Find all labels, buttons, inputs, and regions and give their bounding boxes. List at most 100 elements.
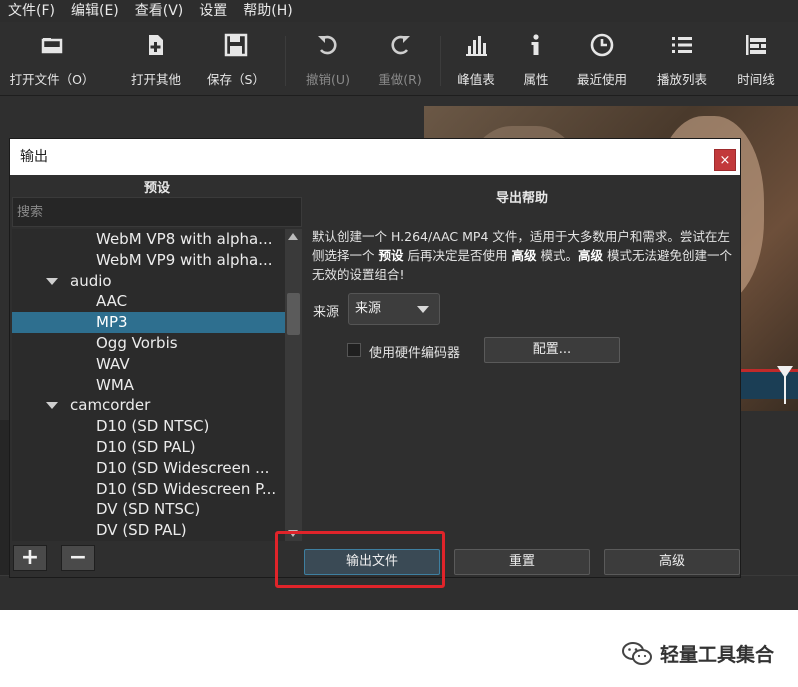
tree-row[interactable]: DV (SD PAL) xyxy=(12,520,285,541)
app-window: 文件(F) 编辑(E) 查看(V) 设置 帮助(H) 打开文件（O） 打开其他 xyxy=(0,0,798,610)
save-button[interactable]: 保存（S） xyxy=(204,28,268,94)
tree-row-label: MP3 xyxy=(96,313,128,332)
preset-search[interactable] xyxy=(12,197,302,227)
tree-row-label: D10 (SD Widescreen P... xyxy=(96,479,277,498)
playlist-button[interactable]: 播放列表 xyxy=(650,28,714,94)
tree-row[interactable]: AAC xyxy=(12,291,285,312)
annotation-highlight-box xyxy=(275,531,445,588)
close-button[interactable]: × xyxy=(714,149,736,171)
tree-row-label: WAV xyxy=(96,354,130,373)
tree-row[interactable]: D10 (SD Widescreen P... xyxy=(12,479,285,500)
tree-group-camcorder[interactable]: camcorder xyxy=(12,395,285,416)
remove-preset-button[interactable]: − xyxy=(61,545,95,571)
help-text-emphasis: 高级 xyxy=(577,248,603,263)
tree-row[interactable]: WMA xyxy=(12,375,285,396)
tree-row-label: WebM VP9 with alpha... xyxy=(96,250,273,269)
preset-header: 预设 xyxy=(143,181,170,196)
tree-row[interactable]: DV (SD NTSC) xyxy=(12,499,285,520)
redo-icon xyxy=(391,35,410,55)
tree-row-label: Ogg Vorbis xyxy=(96,333,178,352)
tree-row-label: WebM VP8 with alpha... xyxy=(96,230,273,248)
tree-row-label: AAC xyxy=(96,292,128,311)
source-label: 来源 xyxy=(313,305,340,320)
scroll-up-icon[interactable] xyxy=(285,229,302,244)
open-other-button[interactable]: 打开其他 xyxy=(124,28,188,94)
peak-meter-button[interactable]: 峰值表 xyxy=(450,28,502,94)
menu-help[interactable]: 帮助(H) xyxy=(235,0,300,22)
tree-row[interactable]: Ogg Vorbis xyxy=(12,333,285,354)
timeline-icon xyxy=(746,35,766,55)
open-other-label: 打开其他 xyxy=(130,72,181,87)
export-dialog: 输出 × 预设 WebM VP8 with alpha... WebM VP9 … xyxy=(9,138,741,578)
open-file-label: 打开文件（O） xyxy=(9,72,95,87)
redo-button[interactable]: 重做(R) xyxy=(370,28,430,94)
properties-label: 属性 xyxy=(523,72,549,87)
main-toolbar: 打开文件（O） 打开其他 保存（S） 撤销(U) 重做(R) 峰值表 属性 最近… xyxy=(0,22,798,96)
tree-group-label: audio xyxy=(70,271,112,290)
playlist-icon xyxy=(672,37,692,53)
help-text-part: 后再决定是否使用 xyxy=(403,248,512,263)
tree-row[interactable]: WAV xyxy=(12,354,285,375)
tree-row[interactable]: WebM VP9 with alpha... xyxy=(12,250,285,271)
hw-encoder-label: 使用硬件编码器 xyxy=(369,346,461,361)
menu-edit[interactable]: 编辑(E) xyxy=(63,0,127,22)
clock-icon xyxy=(590,33,614,57)
playhead-icon[interactable] xyxy=(775,364,795,404)
tree-row-label: D10 (SD Widescreen ... xyxy=(96,458,270,477)
menu-bar: 文件(F) 编辑(E) 查看(V) 设置 帮助(H) xyxy=(0,0,798,22)
open-file-button[interactable]: 打开文件（O） xyxy=(6,28,98,94)
tree-row-label: D10 (SD PAL) xyxy=(96,437,196,456)
undo-button[interactable]: 撤销(U) xyxy=(298,28,358,94)
chevron-down-icon xyxy=(417,306,429,313)
recent-button[interactable]: 最近使用 xyxy=(570,28,634,94)
save-icon xyxy=(224,33,248,57)
source-select[interactable]: 来源 xyxy=(348,293,440,325)
tree-row-label: WMA xyxy=(96,375,135,394)
tree-row[interactable]: D10 (SD Widescreen ... xyxy=(12,458,285,479)
tree-row-label: DV (SD NTSC) xyxy=(96,500,201,519)
peak-meter-icon xyxy=(466,36,487,56)
timeline-label: 时间线 xyxy=(737,72,775,87)
hw-encoder-checkbox[interactable] xyxy=(347,343,361,357)
tree-scrollbar[interactable] xyxy=(285,229,302,541)
watermark: 轻量工具集合 xyxy=(622,640,774,667)
search-input[interactable] xyxy=(13,198,301,226)
undo-label: 撤销(U) xyxy=(306,72,350,87)
tree-row[interactable]: D10 (SD NTSC) xyxy=(12,416,285,437)
tree-group-audio[interactable]: audio xyxy=(12,271,285,292)
save-label: 保存（S） xyxy=(207,72,265,87)
menu-file[interactable]: 文件(F) xyxy=(0,0,63,22)
tree-row-label: D10 (SD NTSC) xyxy=(96,417,210,436)
advanced-button[interactable]: 高级 xyxy=(604,549,740,575)
expand-arrow-icon[interactable] xyxy=(46,277,58,285)
expand-arrow-icon[interactable] xyxy=(46,402,58,410)
add-preset-button[interactable]: + xyxy=(13,545,47,571)
tree-group-label: camcorder xyxy=(70,396,151,415)
peak-meter-label: 峰值表 xyxy=(457,72,495,87)
preset-tree: WebM VP8 with alpha... WebM VP9 with alp… xyxy=(12,229,285,541)
help-text-emphasis: 预设 xyxy=(378,248,404,263)
source-value: 来源 xyxy=(355,301,382,316)
toolbar-separator xyxy=(440,36,441,86)
timeline-button[interactable]: 时间线 xyxy=(728,28,784,94)
tree-row-selected[interactable]: MP3 xyxy=(12,312,285,333)
tree-row[interactable]: WebM VP8 with alpha... xyxy=(12,229,285,250)
open-other-icon xyxy=(149,35,163,55)
properties-button[interactable]: 属性 xyxy=(514,28,558,94)
reset-button[interactable]: 重置 xyxy=(454,549,590,575)
wechat-logo-icon xyxy=(622,641,652,665)
watermark-text: 轻量工具集合 xyxy=(660,644,775,666)
dialog-title: 输出 xyxy=(10,139,740,175)
redo-label: 重做(R) xyxy=(378,72,422,87)
menu-view[interactable]: 查看(V) xyxy=(127,0,192,22)
playlist-label: 播放列表 xyxy=(656,72,707,87)
help-text-part: 模式。 xyxy=(536,248,578,263)
tree-row[interactable]: D10 (SD PAL) xyxy=(12,437,285,458)
configure-button[interactable]: 配置... xyxy=(484,337,620,363)
scroll-thumb[interactable] xyxy=(287,293,300,335)
menu-settings[interactable]: 设置 xyxy=(191,0,235,22)
recent-label: 最近使用 xyxy=(576,72,627,87)
undo-icon xyxy=(318,35,337,55)
help-text: 默认创建一个 H.264/AAC MP4 文件，适用于大多数用户和需求。尝试在左… xyxy=(312,227,732,284)
tree-row-label: DV (SD PAL) xyxy=(96,521,187,540)
